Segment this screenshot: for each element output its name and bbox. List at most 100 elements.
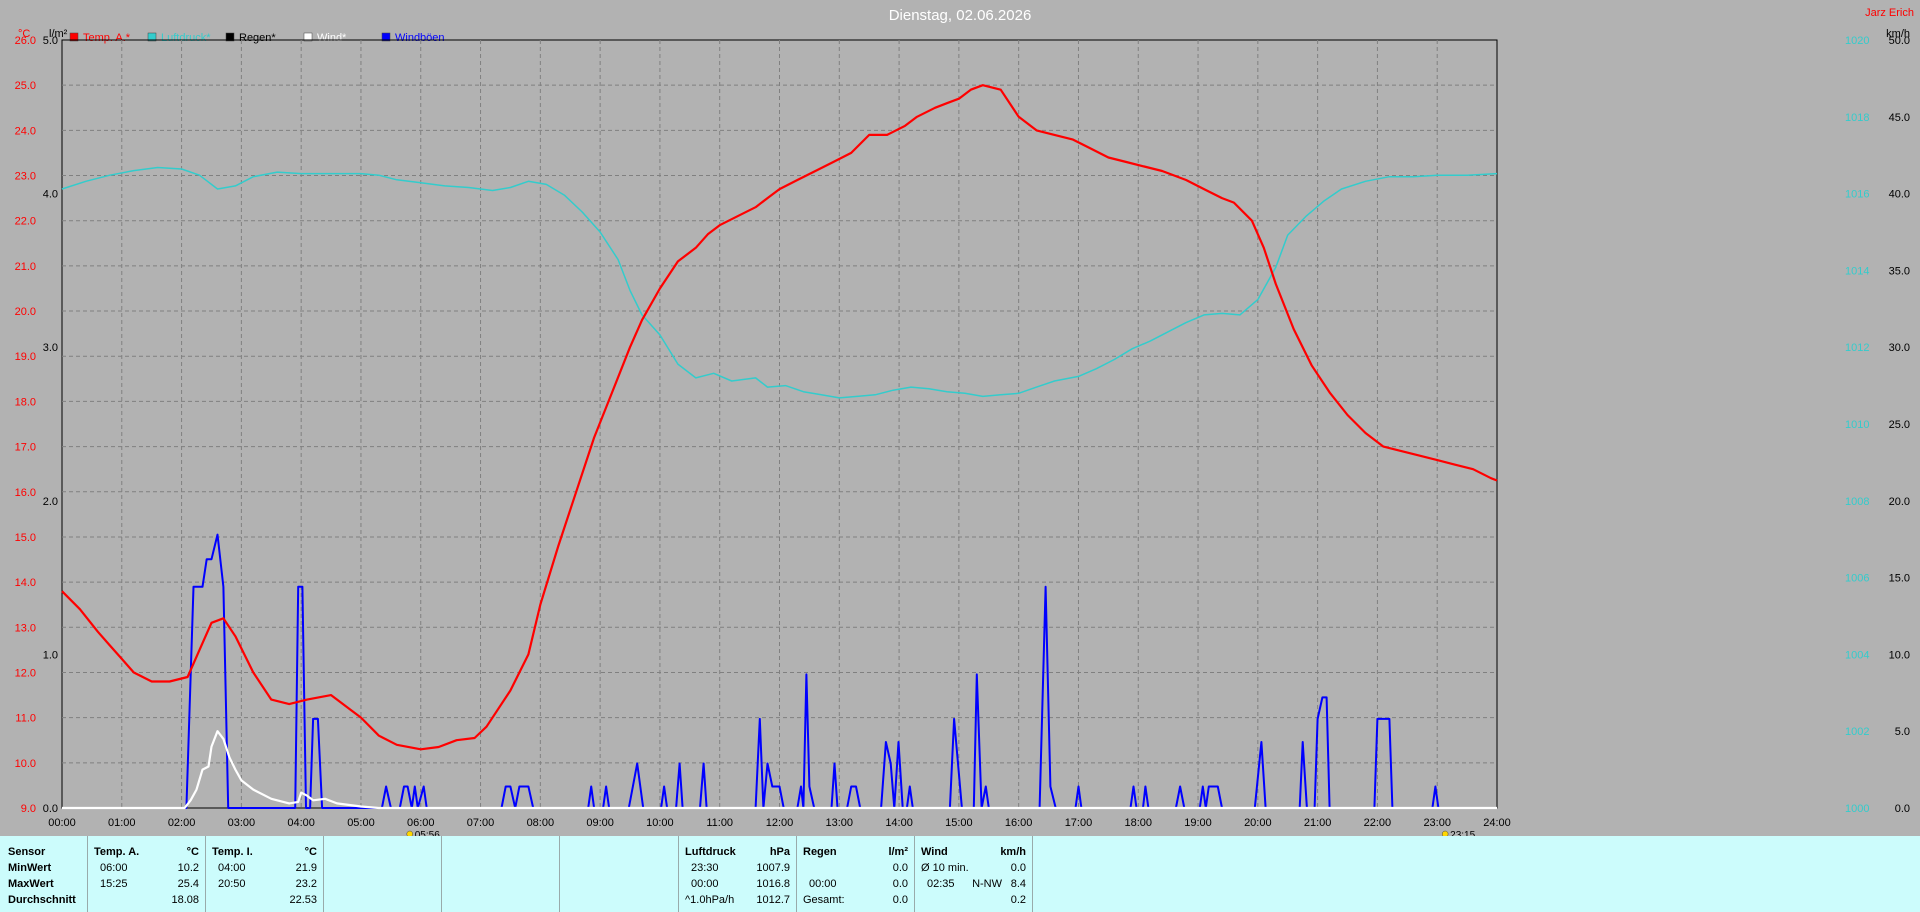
- temp-i-max: 23.2: [295, 878, 317, 890]
- pressure-tick-label: 1020: [1845, 35, 1869, 47]
- wind-tick-label: 45.0: [1889, 112, 1910, 124]
- luftdruck-trend: ^1.0hPa/h: [685, 894, 735, 906]
- temp-i-avg: 22.53: [289, 894, 317, 906]
- x-tick-label: 18:00: [1124, 817, 1152, 829]
- wind-max: 8.4: [1010, 878, 1026, 890]
- chart-title: Dienstag, 02.06.2026: [889, 7, 1032, 24]
- x-tick-label: 02:00: [168, 817, 196, 829]
- regen-column: Regen l/m² 0.0 00:00 0.0 Gesamt: 0.0: [797, 836, 915, 912]
- temp-tick-label: 22.0: [15, 216, 36, 228]
- empty-column-3: [560, 836, 679, 912]
- regen-value-2: 0.0: [892, 878, 908, 890]
- empty-column-1: [324, 836, 442, 912]
- x-tick-label: 19:00: [1184, 817, 1212, 829]
- chart-background: [0, 0, 1920, 836]
- rain-tick-label: 2.0: [43, 496, 58, 508]
- regen-header: Regen: [803, 846, 837, 858]
- x-tick-label: 10:00: [646, 817, 674, 829]
- x-tick-label: 09:00: [586, 817, 614, 829]
- empty-column-2: [442, 836, 560, 912]
- temp-tick-label: 14.0: [15, 577, 36, 589]
- pressure-tick-label: 1012: [1845, 342, 1869, 354]
- x-tick-label: 15:00: [945, 817, 973, 829]
- wind-header: Wind: [921, 846, 948, 858]
- wind-max-time: 02:35: [927, 878, 955, 890]
- wind-tick-label: 0.0: [1895, 803, 1910, 815]
- temp-a-min-time: 06:00: [100, 862, 128, 874]
- legend-label: Wind*: [317, 32, 347, 44]
- legend-label: Luftdruck*: [161, 32, 211, 44]
- x-tick-label: 05:00: [347, 817, 375, 829]
- temp-tick-label: 16.0: [15, 487, 36, 499]
- luftdruck-column: Luftdruck hPa 23:30 1007.9 00:00 1016.8 …: [679, 836, 797, 912]
- luftdruck-unit: hPa: [769, 846, 790, 858]
- x-tick-label: 07:00: [467, 817, 495, 829]
- wind-tick-label: 15.0: [1889, 573, 1910, 585]
- sensor-header: Sensor: [8, 846, 46, 858]
- x-tick-label: 00:00: [48, 817, 76, 829]
- x-tick-label: 17:00: [1065, 817, 1093, 829]
- x-tick-label: 21:00: [1304, 817, 1332, 829]
- x-tick-label: 16:00: [1005, 817, 1033, 829]
- luftdruck-avg: 1012.7: [756, 894, 790, 906]
- luftdruck-header: Luftdruck: [685, 846, 736, 858]
- temp-a-max: 25.4: [177, 878, 199, 890]
- x-tick-label: 12:00: [766, 817, 794, 829]
- wind-tick-label: 10.0: [1889, 649, 1910, 661]
- temp-tick-label: 13.0: [15, 622, 36, 634]
- statistics-footer: Sensor MinWert MaxWert Durchschnitt Temp…: [0, 836, 1920, 912]
- temp-tick-label: 15.0: [15, 532, 36, 544]
- durchschnitt-label: Durchschnitt: [8, 894, 76, 906]
- temp-a-min: 10.2: [177, 862, 199, 874]
- temp-tick-label: 17.0: [15, 442, 36, 454]
- weather-chart: Dienstag, 02.06.2026 Jarz Erich °C l/m² …: [0, 0, 1920, 836]
- temp-tick-label: 12.0: [15, 667, 36, 679]
- regen-total-label: Gesamt:: [803, 894, 845, 906]
- wind-avg: 0.0: [1010, 862, 1026, 874]
- temp-tick-label: 24.0: [15, 125, 36, 137]
- sensor-column: Sensor MinWert MaxWert Durchschnitt: [0, 836, 88, 912]
- regen-time: 00:00: [809, 878, 837, 890]
- temp-tick-label: 11.0: [15, 713, 36, 725]
- temp-tick-label: 20.0: [15, 306, 36, 318]
- x-tick-label: 04:00: [287, 817, 315, 829]
- wind-tick-label: 40.0: [1889, 189, 1910, 201]
- wind-mean: 0.2: [1010, 894, 1026, 906]
- x-tick-label: 20:00: [1244, 817, 1272, 829]
- temp-a-max-time: 15:25: [100, 878, 128, 890]
- minwert-label: MinWert: [8, 862, 52, 874]
- pressure-tick-label: 1010: [1845, 419, 1869, 431]
- legend-label: Regen*: [239, 32, 276, 44]
- x-tick-label: 01:00: [108, 817, 136, 829]
- x-tick-label: 08:00: [527, 817, 555, 829]
- temp-i-header: Temp. I.: [212, 846, 253, 858]
- wind-tick-label: 20.0: [1889, 496, 1910, 508]
- x-tick-label: 03:00: [228, 817, 256, 829]
- regen-total: 0.0: [892, 894, 908, 906]
- temp-i-column: Temp. I. °C 04:00 21.9 20:50 23.2 22.53: [206, 836, 324, 912]
- pressure-tick-label: 1006: [1845, 573, 1869, 585]
- rain-tick-label: 3.0: [43, 342, 58, 354]
- rain-tick-label: 4.0: [43, 189, 58, 201]
- temp-i-min: 21.9: [295, 862, 317, 874]
- legend-label: Temp. A.*: [83, 32, 131, 44]
- x-tick-label: 13:00: [826, 817, 854, 829]
- temp-tick-label: 18.0: [15, 396, 36, 408]
- temp-tick-label: 25.0: [15, 80, 36, 92]
- temp-i-unit: °C: [304, 846, 317, 858]
- x-tick-label: 11:00: [706, 817, 733, 829]
- x-tick-label: 14:00: [885, 817, 913, 829]
- temp-a-header: Temp. A.: [94, 846, 140, 858]
- wind-tick-label: 25.0: [1889, 419, 1910, 431]
- temp-tick-label: 26.0: [15, 35, 36, 47]
- pressure-tick-label: 1014: [1845, 265, 1869, 277]
- wind-column: Wind km/h Ø 10 min. 0.0 02:35 N-NW 8.4 0…: [915, 836, 1033, 912]
- pressure-tick-label: 1008: [1845, 496, 1869, 508]
- temp-i-min-time: 04:00: [218, 862, 246, 874]
- x-tick-label: 23:00: [1423, 817, 1451, 829]
- legend-label: Windböen: [395, 32, 445, 44]
- temp-tick-label: 21.0: [15, 261, 36, 273]
- wind-tick-label: 5.0: [1895, 726, 1910, 738]
- regen-unit: l/m²: [888, 846, 908, 858]
- luftdruck-min: 1007.9: [756, 862, 790, 874]
